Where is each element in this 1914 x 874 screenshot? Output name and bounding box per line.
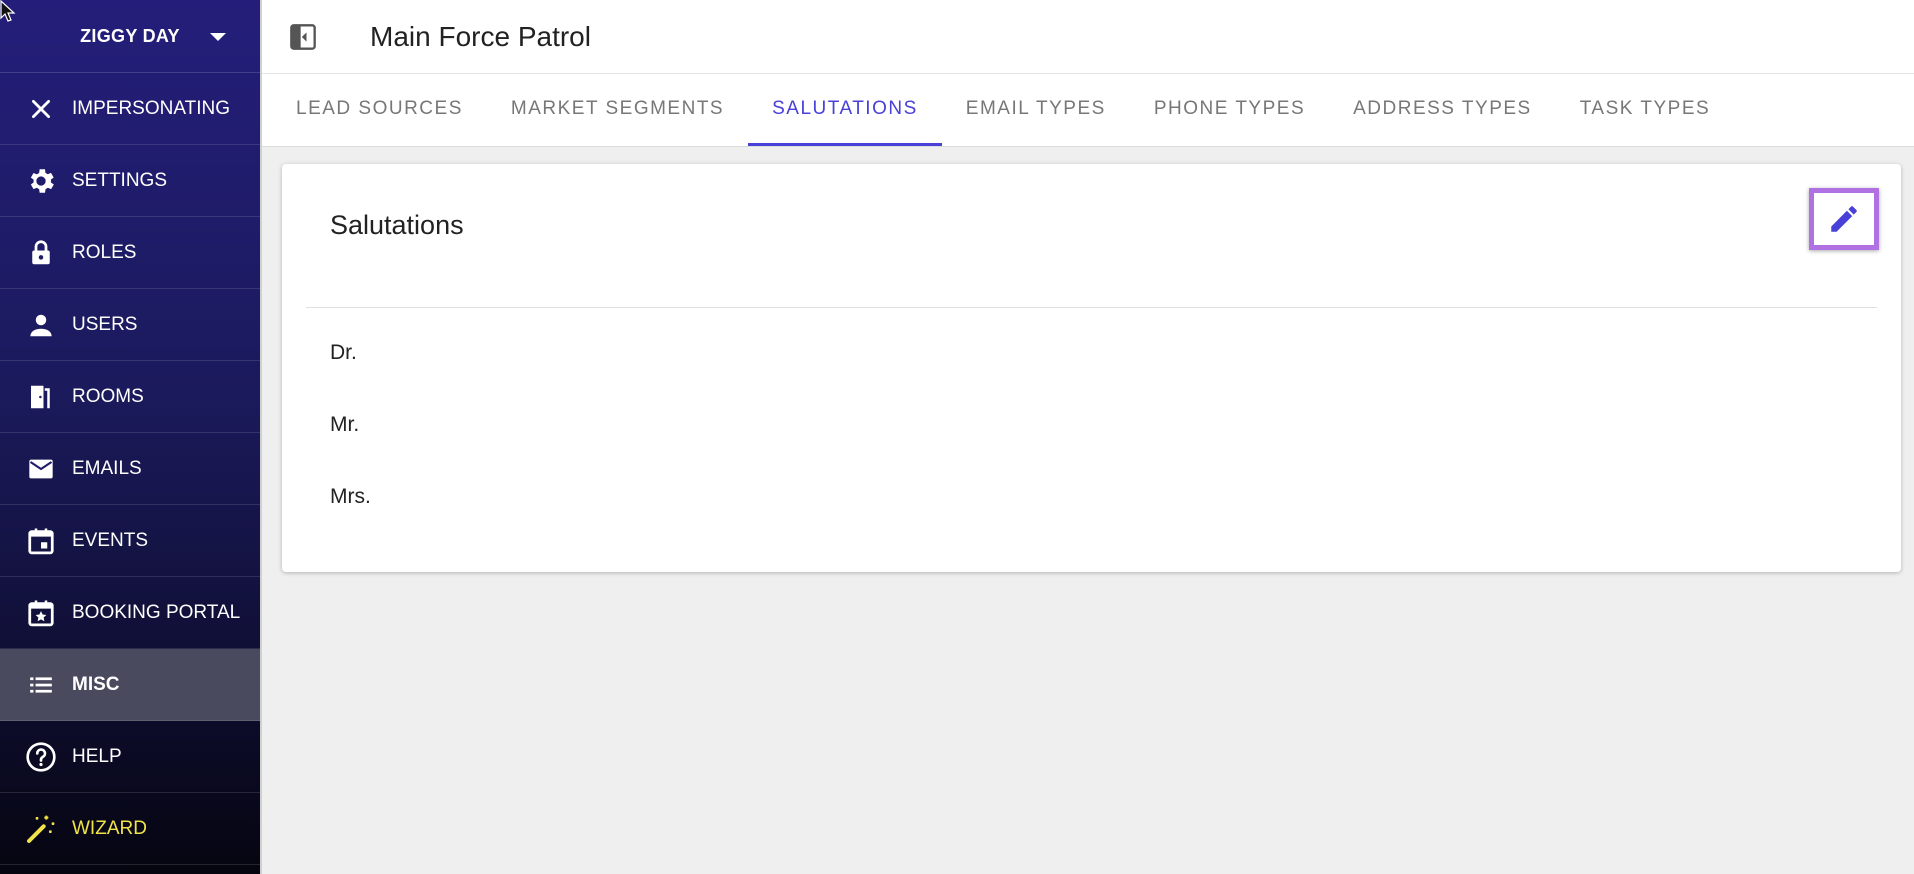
tab-email-types[interactable]: EMAIL TYPES	[942, 74, 1130, 146]
salutations-card: Salutations Dr. Mr. Mrs.	[282, 164, 1901, 572]
mail-icon	[24, 452, 58, 486]
list-item: Mr.	[330, 413, 360, 436]
sidebar-item-rooms[interactable]: ROOMS	[0, 361, 260, 433]
gear-icon	[24, 164, 58, 198]
magic-wand-icon	[24, 812, 58, 846]
sidebar-item-impersonating[interactable]: IMPERSONATING	[0, 73, 260, 145]
sidebar-item-misc[interactable]: MISC	[0, 649, 260, 721]
sidebar-item-label: ROLES	[72, 241, 137, 263]
sidebar-item-label: HELP	[72, 745, 122, 767]
help-icon	[24, 740, 58, 774]
sidebar-item-label: ROOMS	[72, 385, 144, 407]
collapse-sidebar-button[interactable]	[288, 22, 318, 52]
calendar-icon	[24, 524, 58, 558]
caret-down-icon[interactable]	[210, 33, 226, 41]
sidebar-item-help[interactable]: HELP	[0, 721, 260, 793]
sidebar: ZIGGY DAY IMPERSONATING SETTINGS ROLES U…	[0, 0, 262, 874]
sidebar-item-label: BOOKING PORTAL	[72, 601, 241, 623]
tab-market-segments[interactable]: MARKET SEGMENTS	[487, 74, 748, 146]
tab-bar: LEAD SOURCES MARKET SEGMENTS SALUTATIONS…	[262, 74, 1914, 147]
sidebar-item-settings[interactable]: SETTINGS	[0, 145, 260, 217]
tab-lead-sources[interactable]: LEAD SOURCES	[272, 74, 487, 146]
lock-icon	[24, 236, 58, 270]
sidebar-item-label: EVENTS	[72, 529, 149, 551]
sidebar-item-label: USERS	[72, 313, 138, 335]
tab-phone-types[interactable]: PHONE TYPES	[1130, 74, 1329, 146]
tab-address-types[interactable]: ADDRESS TYPES	[1329, 74, 1556, 146]
close-icon	[24, 92, 58, 126]
sidebar-item-wizard[interactable]: WIZARD	[0, 793, 260, 865]
sidebar-item-booking-portal[interactable]: BOOKING PORTAL	[0, 577, 260, 649]
user-name: ZIGGY DAY	[80, 25, 180, 46]
sidebar-item-label: EMAILS	[72, 457, 142, 479]
door-icon	[24, 380, 58, 414]
sidebar-item-emails[interactable]: EMAILS	[0, 433, 260, 505]
top-bar: Main Force Patrol	[262, 0, 1914, 74]
sidebar-item-label: SETTINGS	[72, 169, 168, 191]
person-icon	[24, 308, 58, 342]
card-title: Salutations	[330, 210, 464, 240]
sidebar-item-label: WIZARD	[72, 817, 147, 839]
sidebar-item-roles[interactable]: ROLES	[0, 217, 260, 289]
sidebar-item-events[interactable]: EVENTS	[0, 505, 260, 577]
sidebar-collapse-icon	[290, 23, 316, 50]
list-icon	[24, 668, 58, 702]
tab-salutations[interactable]: SALUTATIONS	[748, 74, 942, 146]
page-title: Main Force Patrol	[370, 20, 591, 52]
edit-button[interactable]	[1809, 188, 1879, 250]
tab-task-types[interactable]: TASK TYPES	[1556, 74, 1734, 146]
calendar-star-icon	[24, 596, 58, 630]
sidebar-item-label: IMPERSONATING	[72, 97, 230, 119]
salutation-list: Dr. Mr. Mrs.	[330, 342, 371, 558]
mouse-cursor-icon	[0, 0, 16, 22]
list-item: Mrs.	[330, 485, 371, 508]
sidebar-item-label: MISC	[72, 673, 120, 695]
divider	[306, 307, 1877, 308]
list-item: Dr.	[330, 341, 357, 364]
pencil-icon	[1831, 206, 1857, 232]
user-menu[interactable]: ZIGGY DAY	[0, 0, 260, 73]
sidebar-item-users[interactable]: USERS	[0, 289, 260, 361]
